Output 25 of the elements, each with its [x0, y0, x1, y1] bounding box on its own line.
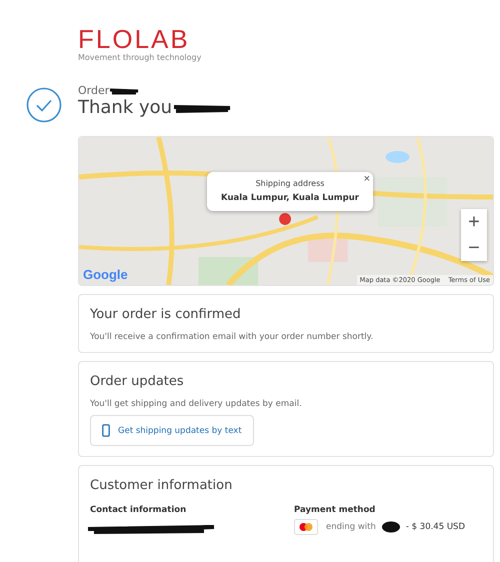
order-label: Order: [78, 84, 110, 97]
section-title: Customer information: [90, 478, 234, 493]
section-title: Your order is confirmed: [90, 307, 242, 322]
close-button[interactable]: ×: [364, 173, 370, 185]
zoom-out-button[interactable]: −: [461, 235, 487, 261]
card-brand-icon: [294, 519, 318, 535]
popup-title: Shipping address: [254, 179, 326, 188]
logo: FLOLAB: [78, 26, 190, 52]
check-circle-icon: [26, 87, 62, 123]
contact-label: Contact information: [90, 505, 188, 515]
redaction-mark: [380, 521, 401, 533]
text-updates-button[interactable]: Get shipping updates by text: [90, 415, 254, 446]
payment-label: Payment method: [294, 505, 376, 515]
section-text: You'll receive a confirmation email with your order number shortly.: [90, 332, 374, 342]
google-logo: Google: [83, 267, 128, 282]
popup-address: Kuala Lumpur, Kuala Lumpur: [220, 193, 360, 203]
zoom-in-button[interactable]: +: [461, 209, 487, 235]
thank-you-heading: Thank you: [78, 97, 172, 118]
section-text: You'll get shipping and delivery updates by email.: [90, 399, 303, 409]
phone-icon: [102, 424, 110, 437]
payment-text: ending with: [326, 522, 376, 532]
section-title: Order updates: [90, 374, 185, 389]
tagline: Movement through technology: [78, 53, 202, 62]
redaction-mark: [109, 86, 140, 94]
payment-amount: - $ 30.45 USD: [406, 522, 465, 532]
